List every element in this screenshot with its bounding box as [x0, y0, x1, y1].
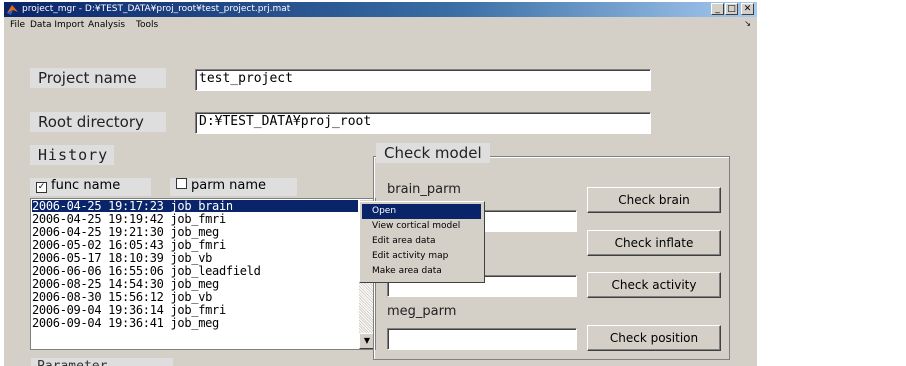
brain-parm-label: brain_parm [387, 182, 461, 197]
history-row[interactable]: 2006-05-02 16:05:43 job_fmri [32, 239, 226, 251]
check-activity-button[interactable]: Check activity [587, 272, 721, 298]
check-position-button[interactable]: Check position [587, 325, 721, 351]
check-inflate-button[interactable]: Check inflate [587, 230, 721, 256]
close-button[interactable]: ✕ [741, 3, 754, 15]
history-listbox[interactable]: 2006-04-25 19:17:23 job_brain 2006-04-25… [30, 198, 376, 350]
minimize-button[interactable]: _ [711, 3, 724, 15]
menu-file[interactable]: File [10, 19, 25, 31]
window-title: project_mgr - D:¥TEST_DATA¥proj_root¥tes… [22, 4, 291, 14]
context-menu-make-area-data[interactable]: Make area data [362, 264, 481, 279]
matlab-icon [7, 5, 18, 15]
project-name-field[interactable]: test_project [195, 69, 651, 91]
history-row[interactable]: 2006-06-06 16:55:06 job_leadfield [32, 265, 261, 277]
menu-data-import[interactable]: Data Import [30, 19, 84, 31]
context-menu-edit-area-data[interactable]: Edit area data [362, 234, 481, 249]
meg-parm-label: meg_parm [387, 304, 457, 319]
root-directory-field[interactable]: D:¥TEST_DATA¥proj_root [195, 112, 651, 134]
history-row[interactable]: 2006-09-04 19:36:14 job_fmri [32, 304, 226, 316]
func-name-label: func name [51, 178, 121, 193]
parm-name-checkbox[interactable]: parm name [170, 178, 297, 196]
menu-tools[interactable]: Tools [136, 19, 158, 31]
dock-arrow-icon[interactable]: ↘ [744, 19, 751, 28]
history-row[interactable]: 2006-08-30 15:56:12 job_vb [32, 291, 212, 303]
check-brain-button[interactable]: Check brain [587, 187, 721, 213]
context-menu: Open View cortical model Edit area data … [359, 201, 485, 283]
parm-name-check-icon[interactable] [176, 178, 187, 189]
main-window: project_mgr - D:¥TEST_DATA¥proj_root¥tes… [4, 2, 757, 366]
check-model-title: Check model [376, 143, 490, 163]
func-name-check-icon[interactable]: ✓ [36, 182, 47, 193]
context-menu-open[interactable]: Open [362, 204, 481, 219]
menu-bar: File Data Import Analysis Tools ↘ [4, 17, 757, 33]
parameter-title: Parameter [31, 358, 173, 366]
root-directory-label: Root directory [30, 112, 166, 132]
menu-analysis[interactable]: Analysis [88, 19, 125, 31]
parm-name-label: parm name [191, 178, 266, 193]
history-row[interactable]: 2006-04-25 19:21:30 job_meg [32, 226, 219, 238]
history-title: History [30, 145, 114, 165]
history-row[interactable]: 2006-04-25 19:19:42 job_fmri [32, 213, 226, 225]
meg-parm-field[interactable] [387, 328, 577, 350]
func-name-checkbox[interactable]: ✓ func name [30, 178, 151, 196]
maximize-button[interactable]: □ [725, 3, 738, 15]
history-row[interactable]: 2006-05-17 18:10:39 job_vb [32, 252, 212, 264]
context-menu-edit-activity-map[interactable]: Edit activity map [362, 249, 481, 264]
title-bar[interactable]: project_mgr - D:¥TEST_DATA¥proj_root¥tes… [4, 2, 757, 17]
history-row[interactable]: 2006-09-04 19:36:41 job_meg [32, 317, 219, 329]
history-row[interactable]: 2006-08-25 14:54:30 job_meg [32, 278, 219, 290]
context-menu-view-cortical-model[interactable]: View cortical model [362, 219, 481, 234]
history-row[interactable]: 2006-04-25 19:17:23 job_brain [32, 200, 358, 212]
project-name-label: Project name [30, 68, 166, 88]
